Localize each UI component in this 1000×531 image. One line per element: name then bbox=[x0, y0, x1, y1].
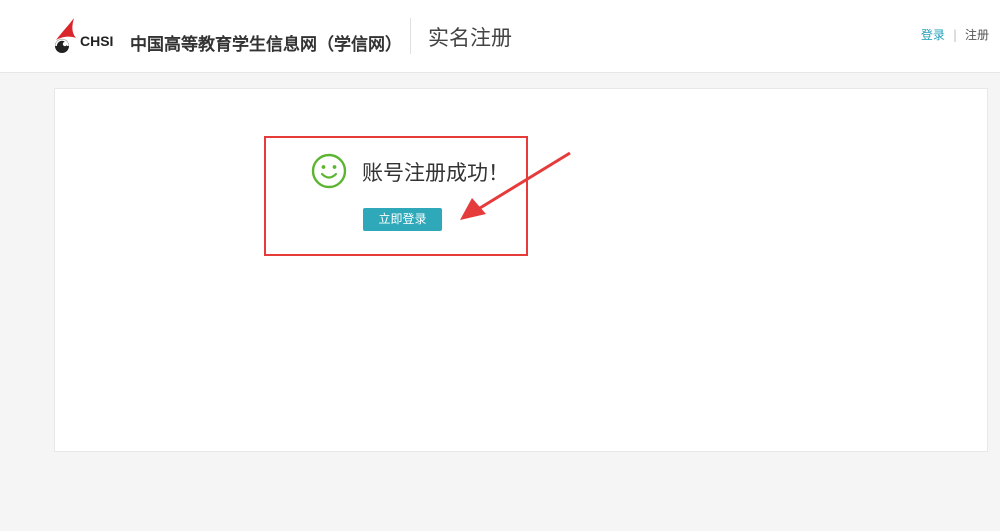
smile-icon bbox=[311, 153, 347, 189]
login-now-button[interactable]: 立即登录 bbox=[363, 208, 442, 231]
header-divider bbox=[410, 18, 411, 54]
nav-separator: | bbox=[952, 28, 957, 42]
login-link[interactable]: 登录 bbox=[921, 28, 945, 42]
register-link[interactable]: 注册 bbox=[965, 28, 989, 42]
logo-text: CHSI bbox=[80, 33, 114, 49]
site-name: 中国高等教育学生信息网（学信网） bbox=[130, 35, 402, 55]
page-title: 实名注册 bbox=[428, 26, 512, 50]
top-nav-links: 登录 | 注册 bbox=[921, 26, 989, 43]
site-header: CHSI 中国高等教育学生信息网（学信网） 实名注册 登录 | 注册 bbox=[0, 0, 1000, 73]
red-arrow-icon bbox=[450, 150, 575, 225]
